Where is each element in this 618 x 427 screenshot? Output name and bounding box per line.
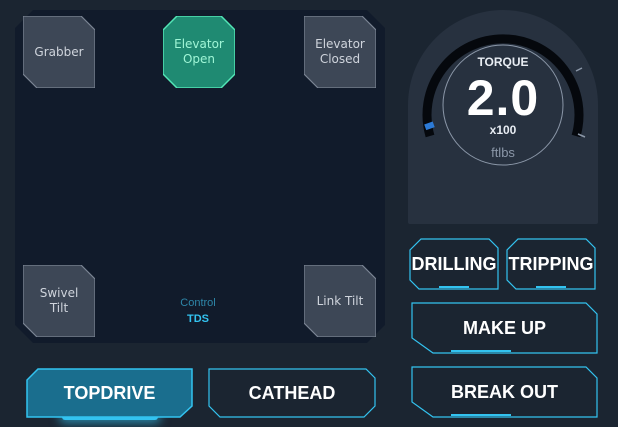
make-up-label: MAKE UP <box>462 317 546 338</box>
elevator-closed-label: Elevator Closed <box>315 37 365 66</box>
break-out-button[interactable]: BREAK OUT <box>411 366 598 418</box>
drilling-button[interactable]: DRILLING <box>409 238 499 290</box>
gauge-title: TORQUE <box>477 55 529 69</box>
make-up-button[interactable]: MAKE UP <box>411 302 598 354</box>
link-tilt-label: Link Tilt <box>316 293 364 308</box>
tripping-label: TRIPPING <box>508 253 594 274</box>
tab-cathead[interactable]: CATHEAD <box>208 368 376 418</box>
link-tilt-button[interactable]: Link Tilt <box>304 265 376 337</box>
tab-topdrive-label: TOPDRIVE <box>63 382 156 403</box>
grabber-label: Grabber <box>34 44 84 59</box>
grabber-button[interactable]: Grabber <box>23 16 95 88</box>
gauge-unit: ftlbs <box>491 145 515 160</box>
control-label: Control <box>180 297 216 309</box>
gauge-value: 2.0 <box>466 70 540 126</box>
tab-cathead-label: CATHEAD <box>248 382 336 403</box>
tripping-button[interactable]: TRIPPING <box>506 238 596 290</box>
elevator-open-label: Elevator Open <box>174 37 224 66</box>
elevator-open-button[interactable]: Elevator Open <box>163 16 235 88</box>
elevator-closed-button[interactable]: Elevator Closed <box>304 16 376 88</box>
tab-topdrive[interactable]: TOPDRIVE <box>26 368 193 418</box>
swivel-tilt-button[interactable]: Swivel Tilt <box>23 265 95 337</box>
swivel-tilt-label: Swivel Tilt <box>39 286 79 315</box>
drilling-label: DRILLING <box>411 253 497 274</box>
break-out-label: BREAK OUT <box>451 381 558 402</box>
gauge-multiplier: x100 <box>489 123 517 137</box>
control-value: TDS <box>187 313 209 325</box>
